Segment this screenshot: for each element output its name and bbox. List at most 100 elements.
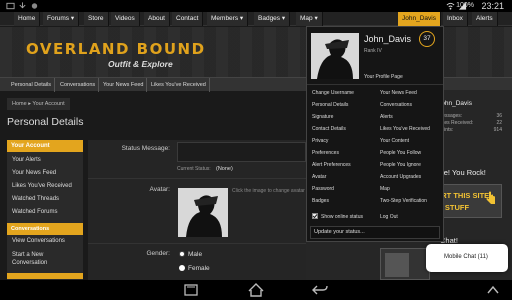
breadcrumb-home[interactable]: Home <box>12 101 27 107</box>
page-title: Personal Details <box>7 116 84 128</box>
link-people-you-ignore[interactable]: People You Ignore <box>380 162 421 168</box>
subnav-likes-received[interactable]: Likes You've Received <box>148 78 210 92</box>
current-status-value: (None) <box>216 166 233 172</box>
form-divider-2 <box>88 243 306 244</box>
avatar-image[interactable] <box>178 188 228 237</box>
nav-account-user[interactable]: John_Davis <box>398 12 441 26</box>
nav-store[interactable]: Store <box>84 12 109 26</box>
battery-percent: 100% <box>456 2 474 9</box>
nav-badges[interactable]: Badges ▾ <box>254 12 291 26</box>
link-privacy[interactable]: Privacy <box>312 138 328 144</box>
link-password[interactable]: Password <box>312 186 334 192</box>
link-preferences[interactable]: Preferences <box>312 150 339 156</box>
sidebar-item-watched-forums[interactable]: Watched Forums <box>12 209 57 215</box>
subnav-conversations[interactable]: Conversations <box>57 78 100 92</box>
top-navigation: Home Forums ▾ Store Videos About Contact… <box>0 12 512 26</box>
link-alert-preferences[interactable]: Alert Preferences <box>312 162 351 168</box>
chat-thumbnail-image <box>385 253 409 277</box>
sidebar-item-likes[interactable]: Likes You've Received <box>12 183 72 189</box>
nav-alerts[interactable]: Alerts <box>472 12 498 26</box>
link-badges[interactable]: Badges <box>312 198 329 204</box>
nav-contact[interactable]: Contact <box>172 12 204 26</box>
avatar-hint: Click the image to change avatar <box>232 188 305 194</box>
show-online-checkbox[interactable] <box>312 213 318 219</box>
chevron-up-icon[interactable] <box>487 285 499 295</box>
nav-forums[interactable]: Forums ▾ <box>43 12 80 26</box>
link-likes-received[interactable]: Likes You've Received <box>380 126 430 132</box>
back-icon[interactable] <box>312 284 328 296</box>
sidebar-item-watched-threads[interactable]: Watched Threads <box>12 196 59 202</box>
link-contact-details[interactable]: Contact Details <box>312 126 346 132</box>
nav-about[interactable]: About <box>144 12 170 26</box>
nav-members[interactable]: Members ▾ <box>207 12 249 26</box>
mobile-chat-button[interactable]: Mobile Chat (11) <box>426 244 508 272</box>
sidebar-item-news-feed[interactable]: Your News Feed <box>12 170 56 176</box>
site-logo-subtitle: Outfit & Explore <box>108 59 173 69</box>
link-conversations[interactable]: Conversations <box>380 102 412 108</box>
nav-inbox[interactable]: Inbox <box>443 12 468 26</box>
notification-icon <box>6 2 15 10</box>
mobile-chat-label: Mobile Chat (11) <box>444 254 488 260</box>
stat-points: Points: 914 <box>438 127 502 134</box>
current-status-label: Current Status: <box>177 166 211 172</box>
site-logo-title[interactable]: OVERLAND BOUND <box>26 40 206 58</box>
subnav-news-feed[interactable]: Your News Feed <box>100 78 148 92</box>
wifi-icon <box>446 2 455 10</box>
link-signature[interactable]: Signature <box>312 114 333 120</box>
app-notification-icon <box>31 3 38 9</box>
subnav-personal-details[interactable]: Personal Details <box>8 78 56 92</box>
clock: 23:21 <box>481 1 504 11</box>
sidebar-heading-account[interactable]: Your Account <box>7 140 83 152</box>
nav-videos[interactable]: Videos <box>111 12 140 26</box>
personal-details-form: Status Message: Current Status: (None) A… <box>88 140 306 290</box>
status-bar: 100% 23:21 <box>0 0 512 12</box>
link-your-content[interactable]: Your Content <box>380 138 409 144</box>
link-two-step-verification[interactable]: Two-Step Verification <box>380 198 427 204</box>
sidebar-heading-conversations: Conversations <box>7 223 83 235</box>
gender-female-radio[interactable] <box>179 265 185 271</box>
android-nav-bar <box>0 280 512 300</box>
logout-link[interactable]: Log Out <box>380 214 398 220</box>
home-icon[interactable] <box>248 283 264 297</box>
stat-value: 22 <box>496 120 502 126</box>
hand-pointer-icon <box>486 191 495 204</box>
user-rank: Rank IV <box>364 48 382 54</box>
stat-value: 914 <box>493 127 502 133</box>
gender-label: Gender: <box>146 250 171 257</box>
level-badge: 37 <box>419 31 435 47</box>
gender-male-radio[interactable] <box>179 251 185 257</box>
link-change-username[interactable]: Change Username <box>312 90 354 96</box>
breadcrumb: Home ▸ Your Account <box>7 98 70 110</box>
popup-divider <box>307 84 443 85</box>
link-avatar[interactable]: Avatar <box>312 174 326 180</box>
account-dropdown: John_Davis 37 Rank IV Your Profile Page … <box>306 26 444 242</box>
breadcrumb-current[interactable]: Your Account <box>32 101 64 107</box>
popup-avatar[interactable] <box>311 33 359 79</box>
link-personal-details[interactable]: Personal Details <box>312 102 348 108</box>
link-alerts[interactable]: Alerts <box>380 114 393 120</box>
chat-thumbnail[interactable] <box>380 248 430 280</box>
recent-apps-icon[interactable] <box>184 284 198 296</box>
profile-page-link[interactable]: Your Profile Page <box>364 74 403 80</box>
sidebar-item-alerts[interactable]: Your Alerts <box>12 157 41 163</box>
sidebar-heading-next <box>7 273 83 279</box>
status-message-label: Status Message: <box>121 145 170 152</box>
sidebar-stats: Messages: 36 Likes Received: 22 Points: 914 <box>438 113 502 134</box>
nav-map[interactable]: Map ▾ <box>296 12 323 26</box>
stat-likes: Likes Received: 22 <box>438 120 502 127</box>
nav-home[interactable]: Home <box>14 12 41 26</box>
checkmark-icon <box>312 214 318 219</box>
link-map[interactable]: Map <box>380 186 390 192</box>
link-news-feed[interactable]: Your News Feed <box>380 90 417 96</box>
sidebar-item-view-conversations[interactable]: View Conversations <box>12 238 65 244</box>
status-message-input[interactable] <box>177 142 306 162</box>
stat-messages: Messages: 36 <box>438 113 502 120</box>
link-account-upgrades[interactable]: Account Upgrades <box>380 174 421 180</box>
status-update-input[interactable]: Update your status... <box>310 226 440 239</box>
popup-username[interactable]: John_Davis <box>364 34 411 44</box>
gender-female-label: Female <box>188 265 210 272</box>
stat-value: 36 <box>496 113 502 119</box>
sidebar-item-start-conversation[interactable]: Start a New Conversation <box>12 251 76 267</box>
link-people-you-follow[interactable]: People You Follow <box>380 150 421 156</box>
gender-male-label: Male <box>188 251 203 258</box>
